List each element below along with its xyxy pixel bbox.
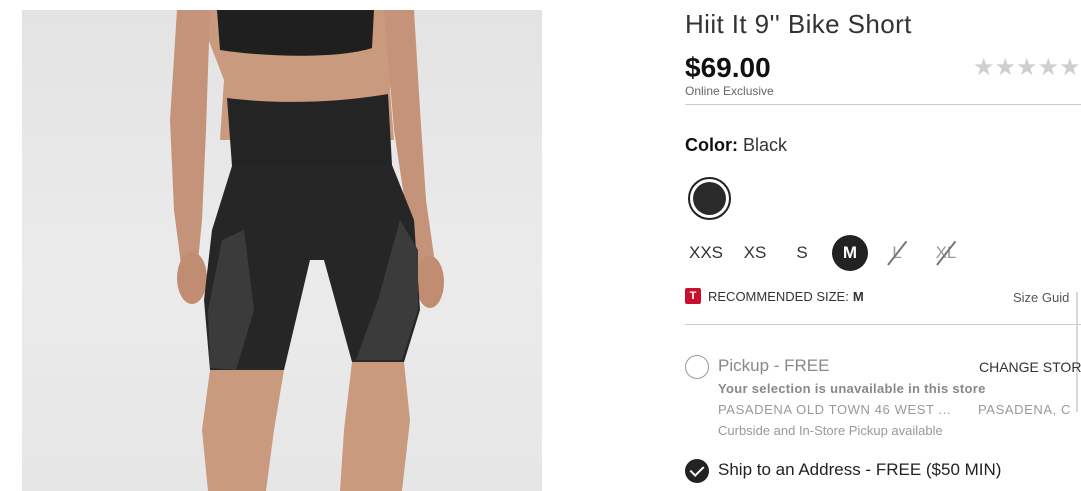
recommended-size-value: M — [852, 288, 864, 304]
size-option-xxs[interactable]: XXS — [687, 235, 725, 271]
size-option-xs[interactable]: XS — [741, 235, 769, 271]
curbside-note: Curbside and In-Store Pickup available — [718, 423, 943, 438]
online-exclusive-note: Online Exclusive — [685, 84, 774, 98]
product-details-panel: Hiit It 9'' Bike Short $69.00 Online Exc… — [685, 0, 1081, 491]
color-swatch-black[interactable] — [688, 177, 731, 220]
size-option-s[interactable]: S — [793, 235, 811, 271]
product-image — [22, 10, 542, 491]
store-unavailable-message: Your selection is unavailable in this st… — [718, 381, 986, 396]
size-guide-link[interactable]: Size Guid — [1013, 290, 1069, 305]
color-label: Color: — [685, 135, 738, 155]
product-photo-illustration — [170, 10, 444, 491]
change-store-link[interactable]: CHANGE STOR — [979, 359, 1081, 375]
scrollbar[interactable] — [1076, 292, 1078, 412]
ship-to-address-label[interactable]: Ship to an Address - FREE ($50 MIN) — [718, 460, 1001, 480]
divider — [685, 324, 1081, 325]
rating-stars-icon[interactable]: ★★★★★ — [973, 53, 1081, 82]
recommended-size: T RECOMMENDED SIZE: M — [685, 288, 864, 304]
divider — [685, 104, 1081, 105]
color-selection: Color: Black — [685, 135, 787, 156]
size-option-xl[interactable]: XL — [931, 235, 961, 271]
ship-checked-icon[interactable] — [685, 459, 709, 483]
size-option-m[interactable]: M — [832, 235, 868, 271]
product-title: Hiit It 9'' Bike Short — [685, 9, 912, 39]
swatch-fill — [693, 182, 726, 215]
store-name: PASADENA OLD TOWN 46 WEST ... — [718, 402, 952, 417]
store-city: PASADENA, C — [978, 402, 1072, 417]
pickup-radio[interactable] — [685, 355, 709, 379]
true-fit-icon: T — [685, 288, 701, 304]
product-price: $69.00 — [685, 52, 771, 83]
color-value: Black — [743, 135, 788, 155]
recommended-size-label: RECOMMENDED SIZE: — [708, 288, 849, 304]
size-option-l[interactable]: L — [883, 235, 911, 271]
pickup-label[interactable]: Pickup - FREE — [718, 356, 829, 376]
